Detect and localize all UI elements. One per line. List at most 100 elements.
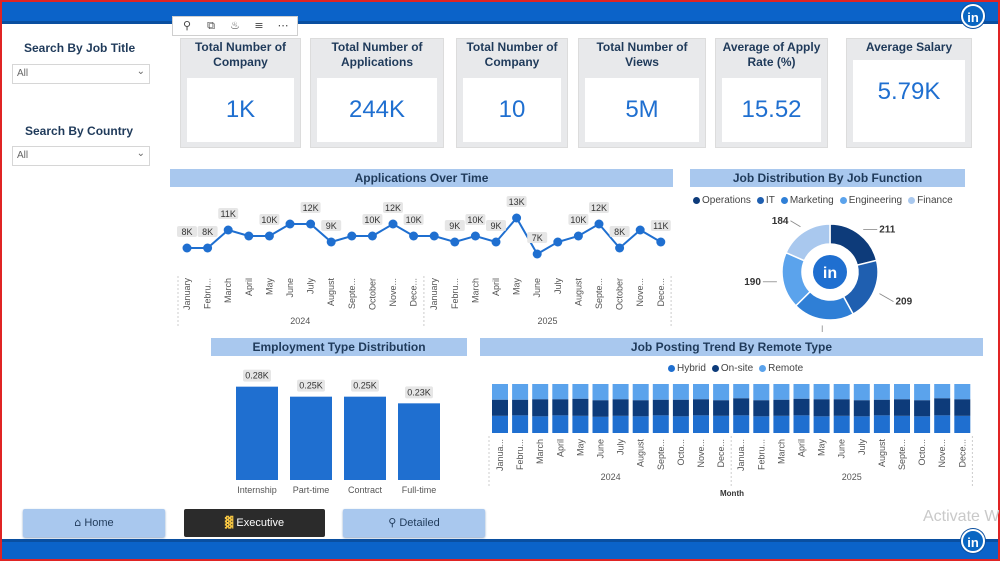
bar bbox=[398, 403, 440, 480]
x-tick-label: August bbox=[636, 439, 646, 468]
data-point bbox=[532, 249, 542, 259]
data-point bbox=[409, 231, 419, 241]
executive-nav-label: Executive bbox=[236, 517, 285, 529]
data-point bbox=[264, 231, 274, 241]
stacked-bar-segment bbox=[512, 399, 529, 416]
legend-swatch bbox=[759, 364, 767, 372]
stacked-bar-segment bbox=[934, 384, 951, 399]
visual-toolbar: ⚲ ⧉ ♨ ≡ ⋯ bbox=[172, 16, 298, 36]
x-tick-label: Septe... bbox=[897, 439, 907, 470]
linkedin-logo-text: in bbox=[823, 265, 837, 282]
data-label: 11K bbox=[221, 209, 236, 219]
stacked-bar-segment bbox=[853, 416, 870, 433]
legend-item: Remote bbox=[759, 363, 803, 374]
bell-icon[interactable]: ♨ bbox=[224, 18, 246, 34]
data-label: 8K bbox=[614, 227, 625, 237]
x-tick-label: Septe... bbox=[656, 439, 666, 470]
x-tick-label: May bbox=[575, 439, 585, 457]
stacked-bar-segment bbox=[934, 415, 951, 433]
kpi-title: Total Number of Company bbox=[194, 40, 287, 69]
x-tick-label: Febru... bbox=[203, 278, 213, 309]
stacked-bar-segment bbox=[813, 399, 830, 417]
stacked-bar-segment bbox=[833, 384, 850, 400]
data-label: 10K bbox=[467, 215, 483, 225]
x-tick-label: April bbox=[244, 278, 254, 296]
stacked-bar-segment bbox=[793, 415, 810, 433]
stacked-bar-segment bbox=[873, 384, 890, 400]
x-tick-label: July bbox=[553, 278, 563, 295]
kpi-card-apply-rate[interactable]: Average of Apply Rate (%) 15.52 bbox=[715, 38, 828, 148]
stacked-bar-segment bbox=[592, 416, 609, 433]
x-tick-label: April bbox=[491, 278, 501, 296]
x-tick-label: June bbox=[837, 439, 847, 459]
stacked-bar-segment bbox=[652, 399, 669, 416]
data-point bbox=[367, 231, 377, 241]
x-tick-label: August bbox=[326, 278, 336, 307]
country-slicer-label: Search By Country bbox=[25, 124, 134, 138]
x-tick-label: May bbox=[264, 278, 274, 296]
stacked-bar-segment bbox=[672, 416, 689, 433]
x-tick-label: Febru... bbox=[515, 439, 525, 470]
more-icon[interactable]: ⋯ bbox=[272, 18, 294, 34]
top-bar bbox=[2, 2, 998, 24]
applications-line-chart[interactable]: 8K 8K 11K 10K 12K 9K 10K 12K 10K 9K 10K 9K 13K 7K 10K 1… bbox=[170, 188, 690, 338]
job-distribution-donut-chart[interactable]: 211209206190184in bbox=[735, 212, 925, 332]
detailed-nav-button[interactable]: ⚲ Detailed bbox=[343, 509, 485, 537]
stacked-bar-segment bbox=[753, 384, 770, 401]
kpi-card-company-count[interactable]: Total Number of Company 10 bbox=[456, 38, 568, 148]
kpi-card-salary[interactable]: Average Salary 5.79K bbox=[846, 38, 972, 148]
home-nav-label: Home bbox=[84, 517, 114, 529]
bar-chart-icon: ▓ bbox=[224, 516, 234, 529]
x-tick-label: Febru... bbox=[756, 439, 766, 470]
x-tick-label: Internship bbox=[237, 485, 277, 495]
kpi-card-views[interactable]: Total Number of Views 5M bbox=[578, 38, 706, 148]
x-tick-label: Octo... bbox=[676, 439, 686, 466]
legend-swatch bbox=[693, 196, 700, 204]
stacked-bar-segment bbox=[753, 416, 770, 433]
stacked-bar-segment bbox=[612, 399, 629, 416]
data-label: 0.23K bbox=[407, 387, 431, 397]
data-point bbox=[553, 237, 563, 247]
job-title-dropdown[interactable]: All ⌄ bbox=[12, 64, 150, 84]
data-label: 10K bbox=[261, 215, 277, 225]
x-tick-label: Nove... bbox=[937, 439, 947, 468]
country-dropdown-value: All bbox=[17, 150, 29, 161]
x-tick-label: January bbox=[182, 278, 192, 311]
kpi-card-companies[interactable]: Total Number of Company 1K bbox=[180, 38, 301, 148]
data-label: 10K bbox=[570, 215, 586, 225]
detailed-nav-label: Detailed bbox=[399, 517, 440, 529]
stacked-bar-segment bbox=[492, 384, 508, 400]
data-label: 12K bbox=[385, 203, 401, 213]
slice-label: 211 bbox=[879, 224, 896, 235]
legend-swatch bbox=[839, 196, 847, 204]
kpi-value: 5M bbox=[625, 96, 659, 123]
pin-icon[interactable]: ⚲ bbox=[176, 18, 198, 34]
copy-icon[interactable]: ⧉ bbox=[200, 18, 222, 34]
data-label: 8K bbox=[181, 227, 192, 237]
x-tick-label: Septe... bbox=[347, 278, 357, 309]
stacked-bar-segment bbox=[572, 415, 589, 433]
x-tick-label: Dece... bbox=[957, 439, 967, 468]
slice-label: 209 bbox=[895, 297, 912, 308]
x-tick-label: Full-time bbox=[402, 485, 437, 495]
kpi-card-applications[interactable]: Total Number of Applications 244K bbox=[310, 38, 444, 148]
legend-item: On-site bbox=[711, 363, 753, 374]
x-tick-label: October bbox=[615, 278, 625, 310]
country-dropdown[interactable]: All ⌄ bbox=[12, 146, 150, 166]
x-tick-label: Dece... bbox=[409, 278, 419, 307]
filter-icon[interactable]: ≡ bbox=[248, 18, 270, 34]
legend-item: IT bbox=[756, 195, 775, 206]
stacked-bar-segment bbox=[713, 384, 730, 401]
home-nav-button[interactable]: ⌂ Home bbox=[23, 509, 165, 537]
remote-stacked-bar-chart[interactable]: Janua... Febru... March April May June July Aug… bbox=[480, 376, 980, 501]
executive-nav-button[interactable]: ▓ Executive bbox=[184, 509, 325, 537]
stacked-bar-segment bbox=[532, 384, 549, 400]
employment-bar-chart[interactable]: 0.28K Internship 0.25K Part-time 0.25K Contra… bbox=[211, 356, 467, 501]
year-label: 2025 bbox=[842, 472, 862, 482]
kpi-title: Total Number of Applications bbox=[331, 40, 423, 69]
x-tick-label: April bbox=[555, 439, 565, 457]
data-point bbox=[223, 225, 233, 235]
stacked-bar-segment bbox=[813, 416, 830, 433]
stacked-bar-segment bbox=[532, 416, 549, 433]
stacked-bar-segment bbox=[813, 384, 830, 400]
